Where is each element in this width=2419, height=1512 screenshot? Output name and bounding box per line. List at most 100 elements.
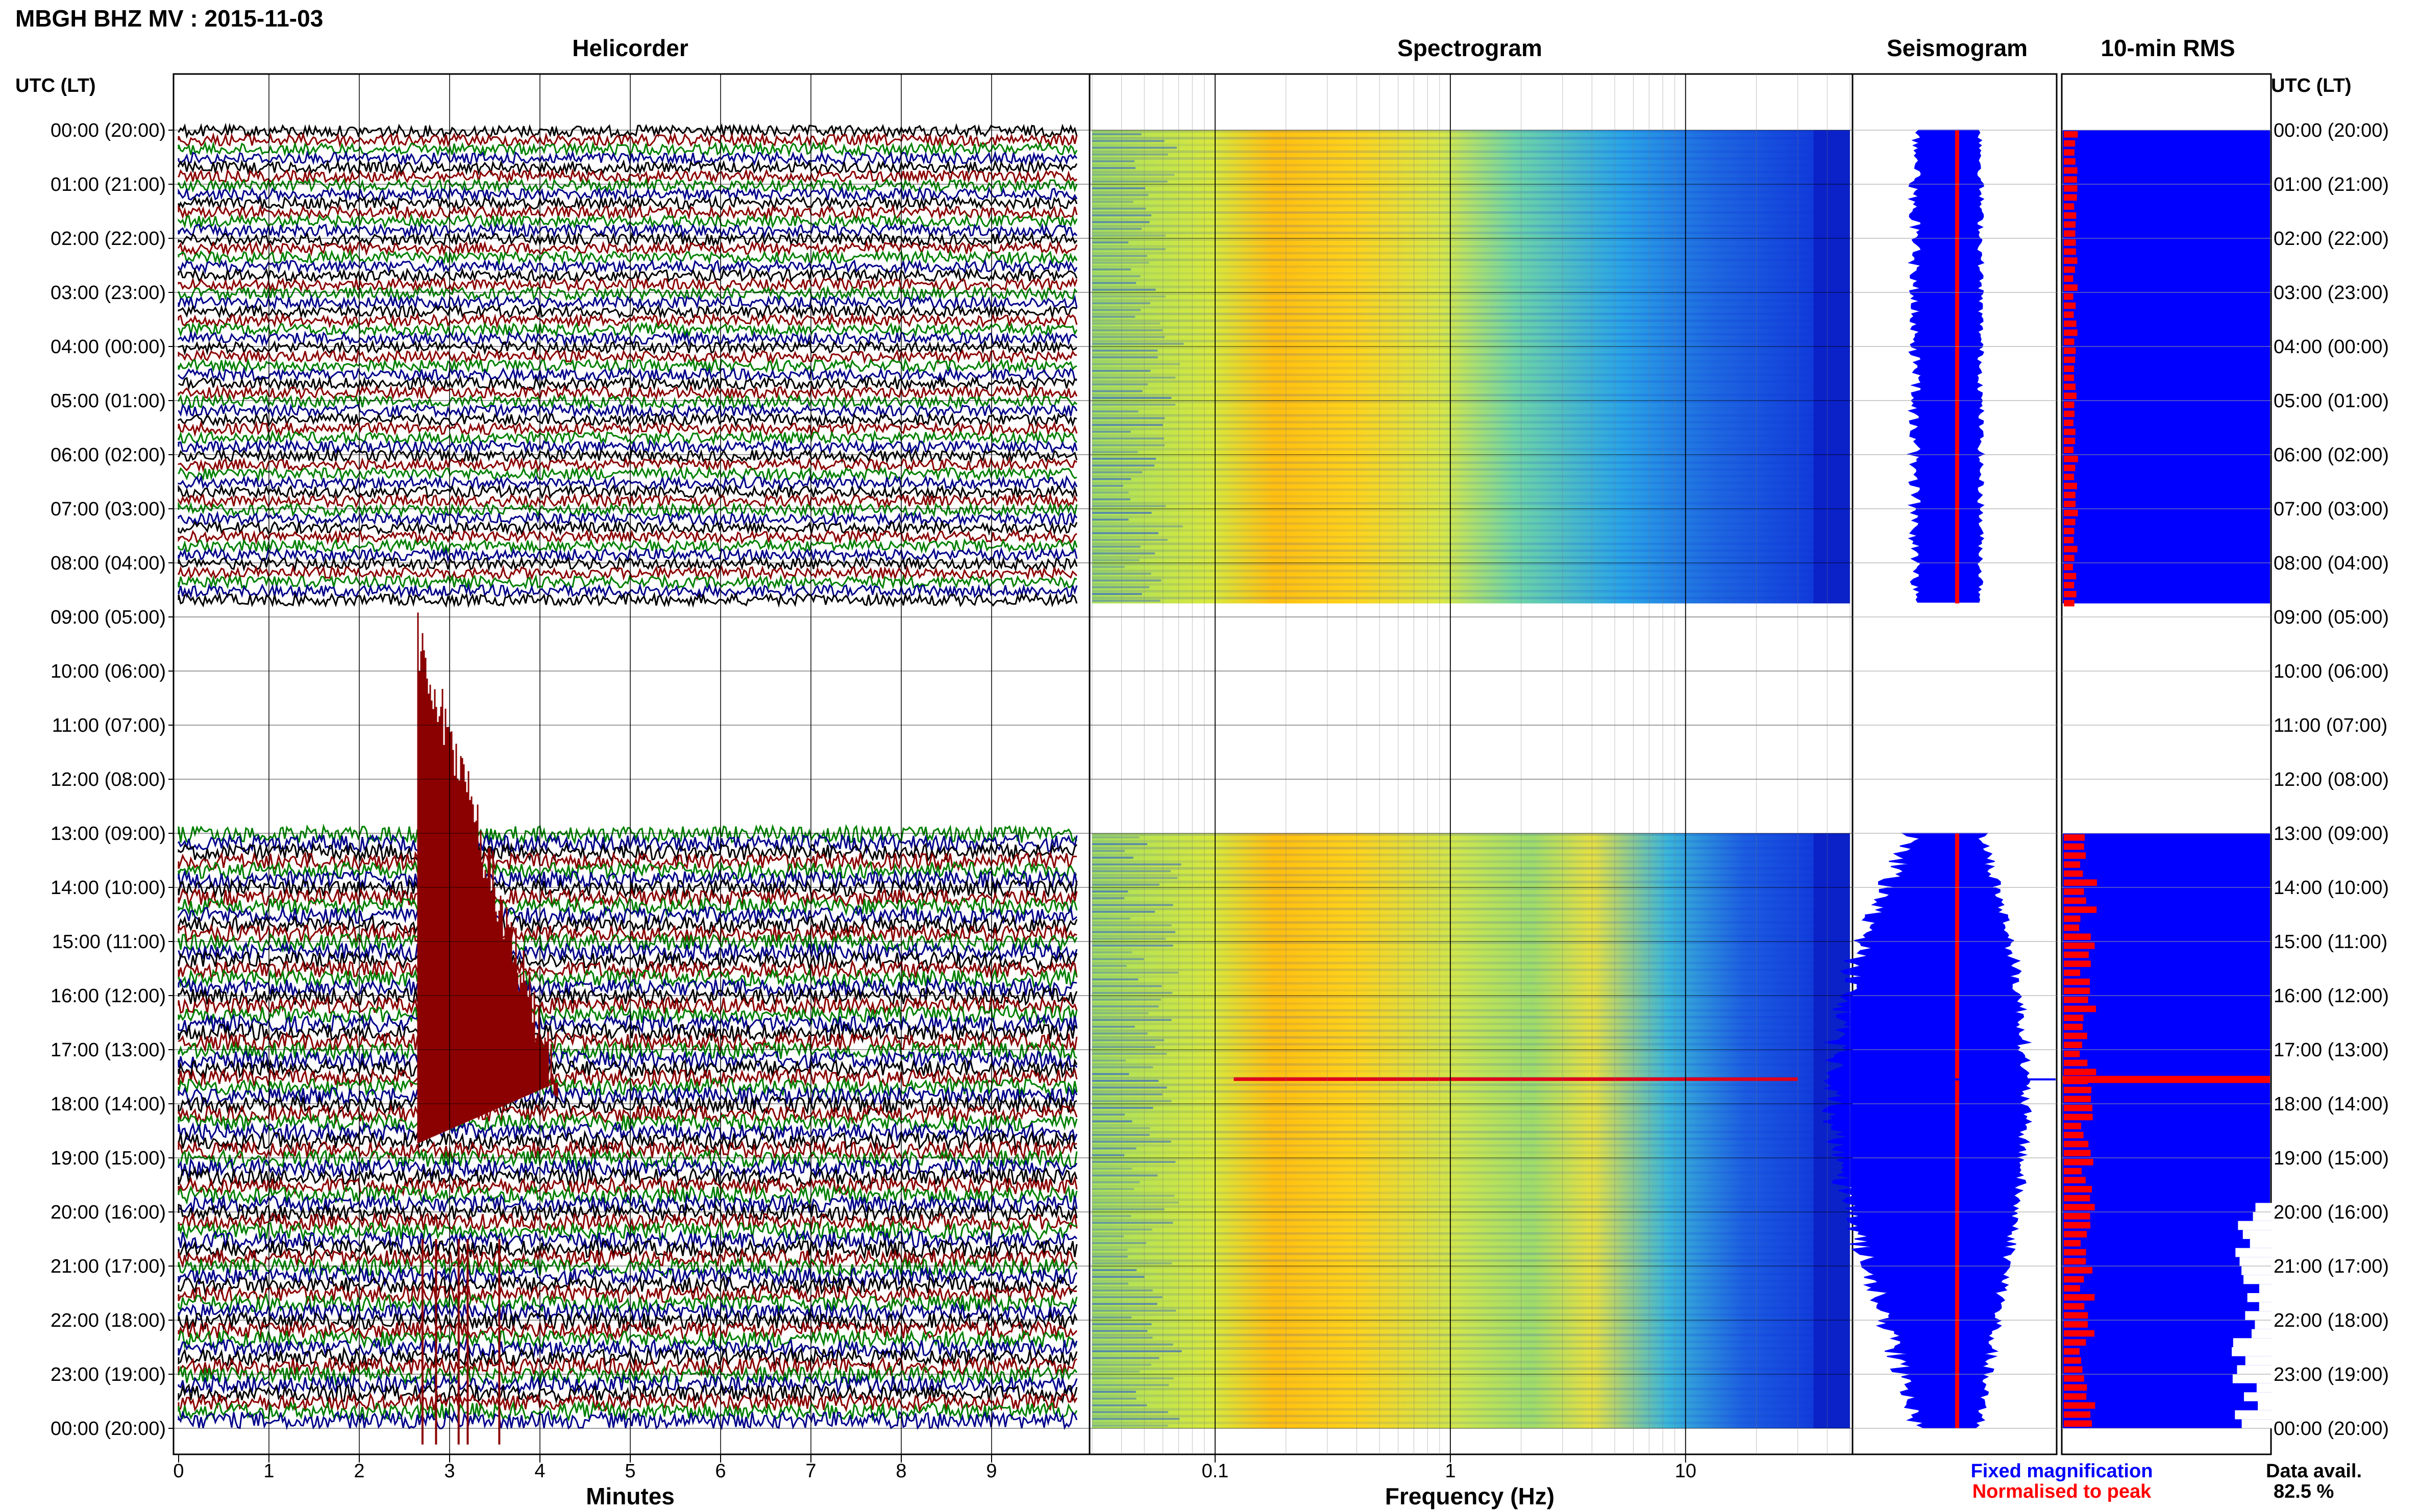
spectrogram-streak (1092, 1286, 1850, 1289)
rms-normalised-bar (2064, 1086, 2091, 1094)
rms-normalised-bar (2064, 491, 2076, 499)
spectrogram-lowfreq-streak (1092, 532, 1158, 534)
time-tick-label-left: 02:00 (22:00) (51, 228, 166, 250)
spectrogram-lowfreq-streak (1092, 978, 1139, 981)
spectrogram-streak (1092, 921, 1850, 924)
rms-event-line (2063, 1076, 2270, 1083)
spectrogram-streak (1092, 299, 1850, 302)
spectrogram-lowfreq-streak (1092, 1080, 1159, 1082)
spectrogram-streak (1092, 1252, 1850, 1255)
spectrogram-streak (1092, 252, 1850, 255)
spectrogram-lowfreq-streak (1092, 579, 1162, 582)
rms-normalised-bar (2064, 1032, 2087, 1039)
minutes-axis-label: Minutes (586, 1483, 675, 1509)
time-tick-label-right: 17:00 (13:00) (2274, 1039, 2389, 1061)
spectrogram-streak (1092, 1171, 1850, 1174)
helicorder-trace (178, 402, 1078, 419)
rms-normalised-bar (2064, 447, 2074, 453)
rms-normalised-bar (2064, 1231, 2087, 1237)
rms-normalised-bar (2064, 518, 2076, 526)
spectrogram-lowfreq-streak (1092, 1282, 1128, 1285)
rms-normalised-bar (2064, 1312, 2088, 1319)
spectrogram-lowfreq-streak (1092, 1019, 1172, 1021)
helicorder-trace (178, 967, 1078, 990)
helicorder-trace (178, 574, 1077, 590)
spectrogram-lowfreq-streak (1092, 1201, 1179, 1204)
spectrogram-streak (1092, 197, 1850, 201)
spectrogram-streak (1092, 495, 1850, 498)
spectrogram-streak (1092, 1360, 1850, 1364)
rms-normalised-bar (2064, 302, 2076, 309)
spectrogram-streak (1092, 542, 1850, 546)
spectrogram-streak (1092, 1266, 1850, 1269)
spectrogram-streak (1092, 860, 1850, 863)
spectrogram-lowfreq-streak (1092, 1107, 1153, 1109)
spectrogram-lowfreq-streak (1092, 1168, 1132, 1170)
spectrogram-lowfreq-streak (1092, 863, 1181, 865)
time-tick-label-right: 03:00 (23:00) (2274, 282, 2389, 304)
rms-normalised-bar (2064, 1051, 2080, 1057)
rms-normalised-bar (2064, 284, 2078, 291)
time-tick-label-right: 23:00 (19:00) (2274, 1364, 2389, 1385)
rms-normalised-bar (2064, 1321, 2088, 1328)
spectrogram-lowfreq-streak (1092, 1188, 1134, 1190)
spectrogram-streak (1092, 934, 1850, 937)
spectrogram-streak (1092, 955, 1850, 958)
spectrogram-lowfreq-streak (1092, 140, 1165, 142)
spectrogram-lowfreq-streak (1092, 1404, 1147, 1406)
spectrogram-streak (1092, 867, 1850, 870)
spectrogram-lowfreq-streak (1092, 201, 1133, 203)
helicorder-trace (178, 1400, 1078, 1422)
rms-normalised-bar (2064, 1141, 2089, 1148)
spectrogram-streak (1092, 401, 1850, 403)
spectrogram-streak (1092, 1415, 1850, 1418)
rms-normalised-bar (2064, 1339, 2086, 1346)
helicorder-trace (178, 537, 1078, 554)
spectrogram-streak (1092, 1104, 1850, 1106)
spectrogram-lowfreq-streak (1092, 1276, 1145, 1278)
spectrogram-streak (1092, 468, 1850, 471)
helicorder-trace (178, 1112, 1078, 1133)
spectrogram-lowfreq-streak (1092, 241, 1129, 243)
spectrogram-streak (1092, 961, 1850, 964)
spectrogram-streak (1092, 988, 1850, 992)
rms-normalised-bar (2064, 239, 2076, 246)
spectrogram-lowfreq-streak (1092, 1309, 1176, 1312)
rms-normalised-bar (2064, 1186, 2092, 1193)
spectrogram-lowfreq-streak (1092, 1100, 1172, 1102)
spectrogram-lowfreq-streak (1092, 1397, 1137, 1400)
rms-normalised-bar (2064, 329, 2078, 336)
spectrogram-streak (1092, 1137, 1850, 1141)
spectrogram-streak (1092, 393, 1850, 396)
spectrogram-streak (1092, 157, 1850, 160)
spectrogram-streak (1092, 576, 1850, 579)
spectrogram-streak (1092, 1151, 1850, 1154)
helicorder-trace (178, 267, 1078, 284)
spectrogram-lowfreq-streak (1092, 958, 1144, 960)
helicorder-trace (178, 1094, 1077, 1116)
spectrogram-streak (1092, 1124, 1850, 1127)
spectrogram-lowfreq-streak (1092, 518, 1129, 521)
helicorder-trace (178, 1175, 1078, 1197)
spectrogram-streak (1092, 502, 1850, 505)
time-tick-label-left: 23:00 (19:00) (51, 1364, 166, 1385)
spectrogram-lowfreq-streak (1092, 1391, 1136, 1393)
time-tick-label-right: 09:00 (05:00) (2274, 607, 2389, 628)
spectrogram-streak (1092, 218, 1850, 221)
spectrogram-lowfreq-streak (1092, 1032, 1148, 1035)
spectrogram-lowfreq-streak (1092, 424, 1163, 426)
spectrogram-lowfreq-streak (1092, 1147, 1137, 1150)
time-tick-label-left: 00:00 (20:00) (51, 1418, 166, 1440)
helicorder-trace (178, 564, 1078, 582)
spectrogram-lowfreq-streak (1092, 1120, 1132, 1123)
spectrogram-lowfreq-streak (1092, 451, 1138, 453)
helicorder-trace (178, 447, 1078, 464)
spectrogram-streak (1092, 597, 1850, 600)
spectrogram-streak (1092, 137, 1850, 140)
rms-normalised-bar (2064, 1113, 2093, 1121)
rms-white-notch (2232, 1374, 2274, 1383)
spectrogram-streak (1092, 1029, 1850, 1032)
time-tick-label-left: 07:00 (03:00) (51, 499, 166, 520)
rms-normalised-bar (2064, 1069, 2096, 1075)
helicorder-trace (178, 276, 1078, 293)
